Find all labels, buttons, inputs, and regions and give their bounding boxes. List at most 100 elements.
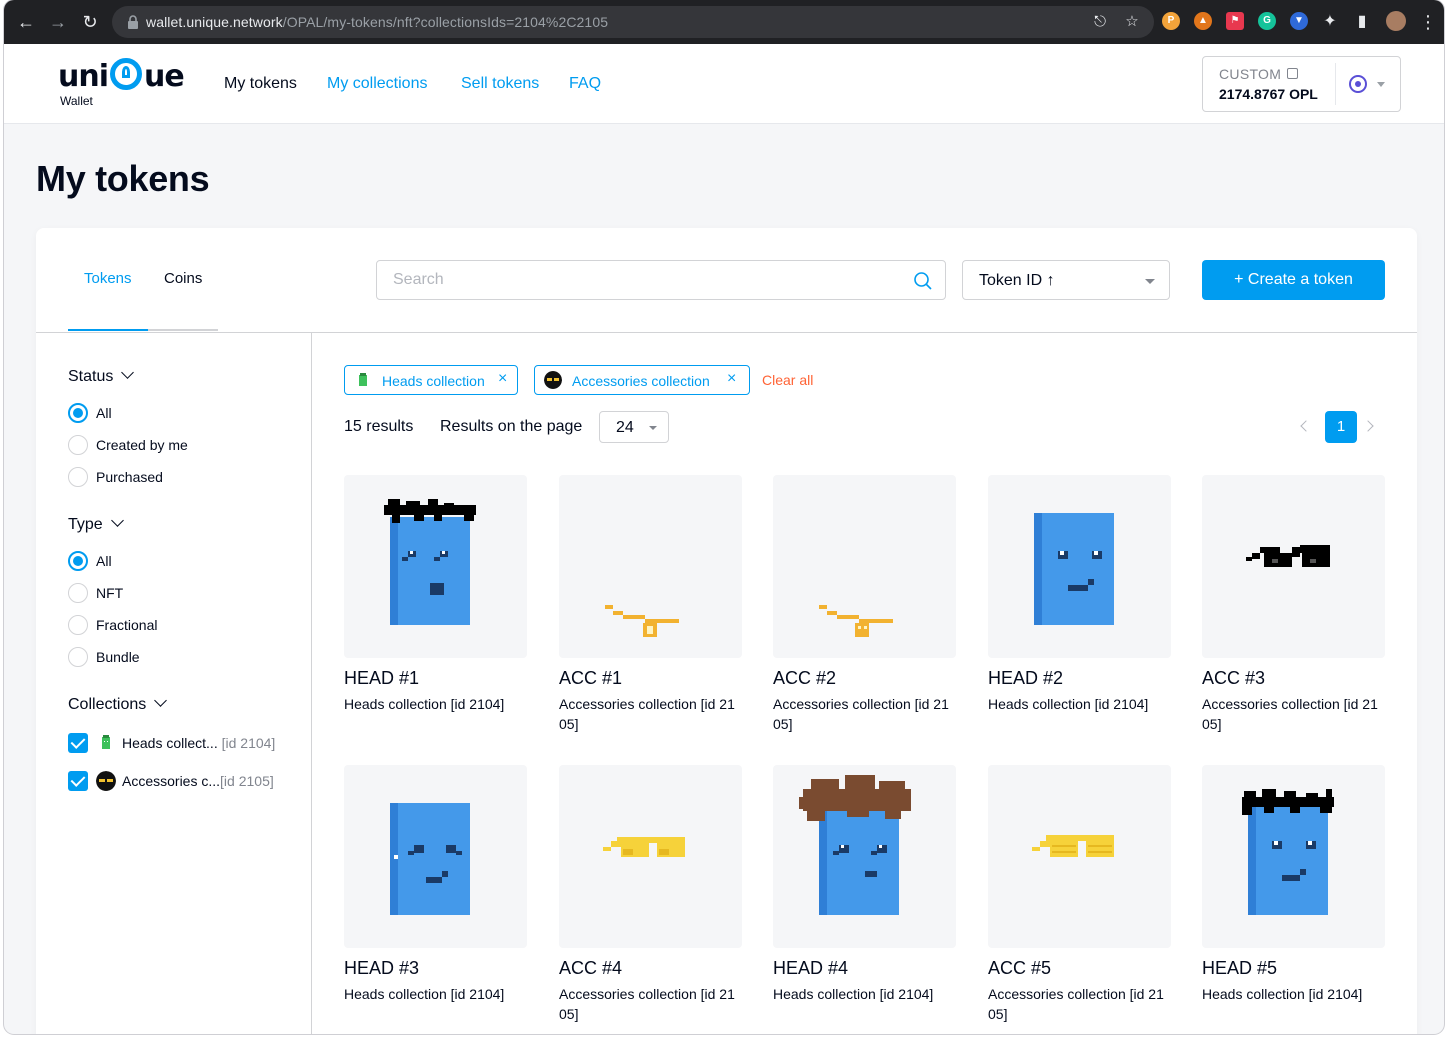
checkbox[interactable] <box>68 771 88 791</box>
token-collection: Heads collection [id 2104] <box>344 986 505 1002</box>
token-image[interactable] <box>344 765 527 948</box>
token-image[interactable] <box>1202 475 1385 658</box>
token-collection: Heads collection [id 2104] <box>344 696 505 712</box>
heads-collection-icon <box>359 373 367 386</box>
radio-button[interactable] <box>68 435 88 455</box>
extensions-puzzle-icon[interactable]: ✦ <box>1320 12 1340 32</box>
radio-button[interactable] <box>68 551 88 571</box>
logo-subtitle: Wallet <box>60 94 93 108</box>
gold-chain-skull-art <box>819 605 893 637</box>
token-name[interactable]: ACC #1 <box>559 668 622 689</box>
account-balance: 2174.8767 OPL <box>1219 86 1318 102</box>
extension-p-icon[interactable]: P <box>1162 12 1180 30</box>
token-image[interactable] <box>773 765 956 948</box>
radio-button[interactable] <box>68 583 88 603</box>
token-collection: Accessories collection [id 2105] <box>559 696 735 732</box>
profile-avatar-icon[interactable] <box>1386 11 1406 31</box>
tab-tokens[interactable]: Tokens <box>84 270 132 287</box>
sort-value: Token ID ↑ <box>979 272 1055 289</box>
pagination-next-icon[interactable] <box>1362 420 1374 432</box>
copy-icon[interactable] <box>1287 68 1298 79</box>
nav-my-tokens[interactable]: My tokens <box>224 75 297 93</box>
results-per-page-select[interactable]: 24 <box>599 411 669 443</box>
nav-faq[interactable]: FAQ <box>569 75 601 93</box>
close-icon[interactable]: × <box>498 371 510 387</box>
extension-shield-icon[interactable]: ▼ <box>1290 12 1308 30</box>
browser-menu-icon[interactable]: ⋮ <box>1418 12 1438 32</box>
unique-logo[interactable]: uni ue Wallet <box>58 54 188 110</box>
chevron-down-icon <box>110 514 124 527</box>
token-image[interactable] <box>773 475 956 658</box>
radio-button[interactable] <box>68 403 88 423</box>
collections-filter-toggle[interactable]: Collections <box>68 694 168 714</box>
token-image[interactable] <box>988 765 1171 948</box>
nav-sell-tokens[interactable]: Sell tokens <box>461 75 539 93</box>
token-image[interactable] <box>559 475 742 658</box>
clear-all-link[interactable]: Clear all <box>762 372 813 388</box>
collection-filter-label: Accessories c...[id 2105] <box>122 773 274 789</box>
token-name[interactable]: HEAD #5 <box>1202 958 1277 979</box>
bookmark-star-icon[interactable]: ☆ <box>1122 12 1142 32</box>
accessories-collection-icon <box>544 371 562 389</box>
token-image[interactable] <box>344 475 527 658</box>
extension-flag-icon[interactable]: ⚑ <box>1226 12 1244 30</box>
radio-button[interactable] <box>68 467 88 487</box>
search-box <box>376 260 946 300</box>
token-image[interactable] <box>1202 765 1385 948</box>
divider <box>1335 63 1336 105</box>
url-text: wallet.unique.network/OPAL/my-tokens/nft… <box>146 14 609 30</box>
sort-select[interactable]: Token ID ↑ <box>962 260 1170 300</box>
side-panel-icon[interactable]: ▮ <box>1352 12 1372 32</box>
token-image[interactable] <box>988 475 1171 658</box>
reload-icon[interactable]: ↻ <box>80 12 100 32</box>
per-page-value: 24 <box>616 419 634 436</box>
black-sunglasses-art <box>1246 545 1330 567</box>
token-name[interactable]: HEAD #3 <box>344 958 419 979</box>
collections-filter-title: Collections <box>68 696 147 713</box>
token-name[interactable]: ACC #3 <box>1202 668 1265 689</box>
forward-arrow-icon[interactable]: → <box>48 12 68 32</box>
metamask-fox-icon[interactable]: ▲ <box>1194 12 1212 30</box>
chevron-down-icon <box>1377 82 1385 87</box>
chip-accessories-collection: Accessories collection × <box>534 365 750 395</box>
close-icon[interactable]: × <box>727 371 739 387</box>
checkbox[interactable] <box>68 733 88 753</box>
account-selector[interactable]: CUSTOM 2174.8767 OPL <box>1202 56 1401 112</box>
option-label: Bundle <box>96 649 140 665</box>
token-collection: Accessories collection [id 2105] <box>773 696 949 732</box>
token-image[interactable] <box>559 765 742 948</box>
create-token-button[interactable]: + Create a token <box>1202 260 1385 300</box>
tokens-card: Tokens Coins Token ID ↑ + Create a token… <box>36 228 1417 1034</box>
chip-label: Heads collection <box>382 373 485 389</box>
type-filter-toggle[interactable]: Type <box>68 514 124 534</box>
head-spiky-black-art <box>384 499 476 625</box>
token-collection: Heads collection [id 2104] <box>988 696 1149 712</box>
radio-button[interactable] <box>68 615 88 635</box>
token-collection: Accessories collection [id 2105] <box>1202 696 1378 732</box>
option-label: Purchased <box>96 469 163 485</box>
pagination-prev-icon[interactable] <box>1300 420 1312 432</box>
option-label: Created by me <box>96 437 188 453</box>
token-name[interactable]: HEAD #4 <box>773 958 848 979</box>
back-arrow-icon[interactable]: ← <box>16 12 36 32</box>
address-bar[interactable]: wallet.unique.network/OPAL/my-tokens/nft… <box>112 6 1154 38</box>
token-name[interactable]: HEAD #1 <box>344 668 419 689</box>
token-collection: Accessories collection [id 2105] <box>559 986 735 1022</box>
gold-chain-bitcoin-art <box>605 605 679 637</box>
grammarly-icon[interactable]: G <box>1258 12 1276 30</box>
search-icon[interactable] <box>913 271 933 291</box>
share-icon[interactable]: ⎋ <box>1090 12 1110 32</box>
pagination-page-1[interactable]: 1 <box>1325 411 1357 443</box>
nav-my-collections[interactable]: My collections <box>327 75 427 93</box>
radio-button[interactable] <box>68 647 88 667</box>
token-name[interactable]: ACC #5 <box>988 958 1051 979</box>
collection-filter-label: Heads collect... [id 2104] <box>122 735 276 751</box>
tab-active-indicator <box>68 329 148 331</box>
status-filter-toggle[interactable]: Status <box>68 366 135 386</box>
token-collection: Heads collection [id 2104] <box>1202 986 1363 1002</box>
tab-coins[interactable]: Coins <box>164 270 202 287</box>
token-name[interactable]: HEAD #2 <box>988 668 1063 689</box>
token-name[interactable]: ACC #4 <box>559 958 622 979</box>
search-input[interactable] <box>377 261 907 299</box>
token-name[interactable]: ACC #2 <box>773 668 836 689</box>
